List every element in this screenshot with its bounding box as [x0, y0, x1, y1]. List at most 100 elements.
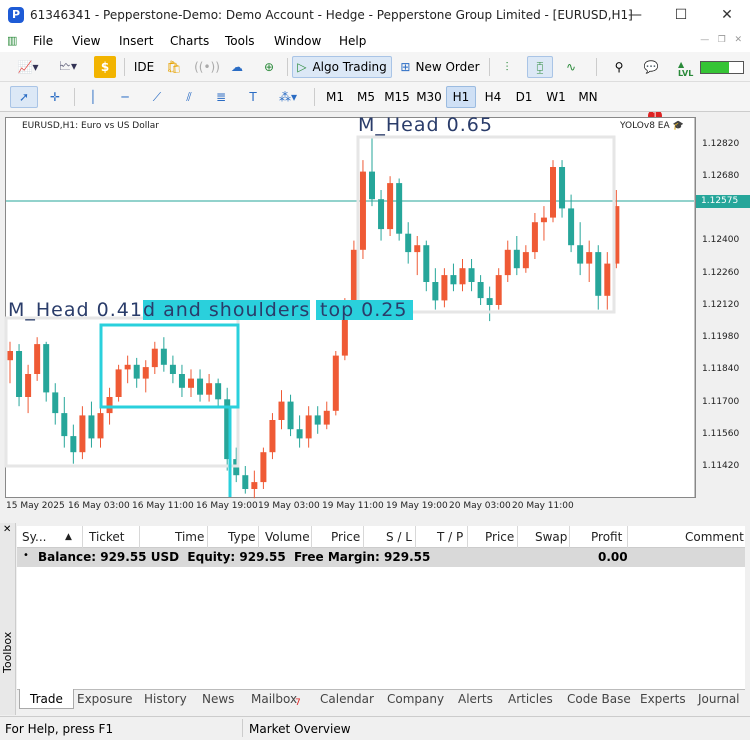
- candle-body: [477, 282, 484, 299]
- profit-total: 0.00: [598, 550, 628, 564]
- candle-body: [323, 410, 330, 425]
- candle-body: [43, 344, 50, 393]
- candle-body: [468, 268, 475, 282]
- current-price-tag: 1.12575: [696, 195, 750, 208]
- candle-body: [531, 222, 538, 253]
- status-profile[interactable]: Market Overview: [249, 722, 351, 736]
- candle-body: [559, 167, 566, 209]
- detection-label-hs: d and shoulders: [143, 299, 311, 321]
- candle-body: [595, 252, 602, 296]
- candle-body: [405, 233, 412, 253]
- candle-body: [142, 367, 149, 379]
- candle-body: [604, 263, 611, 296]
- price-label: 1.12400: [702, 235, 740, 245]
- symbol-label: EURUSD,H1: Euro vs US Dollar: [22, 121, 159, 131]
- candle-body: [459, 268, 466, 285]
- time-label: 20 May 03:00: [449, 501, 511, 511]
- sort-asc-icon[interactable]: ▲: [65, 532, 72, 542]
- candle-body: [178, 374, 185, 388]
- time-label: 20 May 11:00: [512, 501, 574, 511]
- candle-body: [513, 249, 520, 269]
- candle-body: [586, 252, 593, 264]
- candle-body: [70, 436, 77, 453]
- candle-body: [504, 249, 511, 276]
- candle-body: [369, 171, 375, 200]
- tab-news[interactable]: News: [202, 692, 234, 706]
- price-label: 1.11560: [702, 429, 740, 439]
- col-type[interactable]: Type: [228, 530, 256, 544]
- candle-body: [495, 275, 502, 305]
- col-tp[interactable]: T / P: [437, 530, 463, 544]
- col-sl[interactable]: S / L: [386, 530, 412, 544]
- time-label: 16 May 03:00: [68, 501, 130, 511]
- terminal-tabs: Trade Exposure History News Mailbox 7 Ca…: [17, 689, 745, 711]
- tab-articles[interactable]: Articles: [508, 692, 553, 706]
- candle-body: [133, 364, 140, 379]
- col-profit[interactable]: Profit: [591, 530, 622, 544]
- balance-row[interactable]: • Balance: 929.55 USD Equity: 929.55 Fre…: [17, 548, 745, 567]
- col-swap[interactable]: Swap: [535, 530, 567, 544]
- candle-body: [160, 348, 167, 365]
- col-price[interactable]: Price: [331, 530, 360, 544]
- candle-body: [287, 401, 294, 430]
- close-icon[interactable]: ✕: [3, 524, 11, 535]
- candle-body: [169, 364, 176, 374]
- tab-alerts[interactable]: Alerts: [458, 692, 493, 706]
- candle-body: [350, 249, 357, 305]
- tab-calendar[interactable]: Calendar: [320, 692, 374, 706]
- candle-body: [296, 429, 303, 439]
- candle-body: [215, 383, 222, 400]
- candle-body: [188, 378, 194, 388]
- col-ticket[interactable]: Ticket: [89, 530, 125, 544]
- time-label: 16 May 19:00: [196, 501, 258, 511]
- candle-body: [97, 413, 104, 439]
- ea-name: YOLOv8 EA: [620, 121, 670, 131]
- candle-body: [550, 167, 556, 218]
- price-label: 1.11980: [702, 332, 740, 342]
- col-time[interactable]: Time: [175, 530, 204, 544]
- tab-journal[interactable]: Journal: [698, 692, 740, 706]
- candle-body: [124, 364, 131, 370]
- tab-company[interactable]: Company: [387, 692, 444, 706]
- candle-body: [396, 183, 403, 234]
- tab-history[interactable]: History: [144, 692, 187, 706]
- price-label: 1.12820: [702, 139, 740, 149]
- candle-body: [52, 392, 59, 414]
- candle-body: [522, 252, 529, 269]
- col-volume[interactable]: Volume: [265, 530, 310, 544]
- tab-experts[interactable]: Experts: [640, 692, 686, 706]
- col-comment[interactable]: Comment: [685, 530, 744, 544]
- terminal-body: [17, 567, 745, 689]
- price-label: 1.12120: [702, 300, 740, 310]
- toolbox-label[interactable]: Toolbox: [1, 613, 14, 673]
- col-symbol[interactable]: Sy...: [22, 530, 46, 544]
- candle-body: [242, 475, 249, 489]
- candle-body: [414, 245, 421, 253]
- candle-body: [16, 351, 23, 397]
- tab-trade[interactable]: Trade: [19, 689, 74, 709]
- price-label: 1.11420: [702, 461, 740, 471]
- time-label: 16 May 11:00: [132, 501, 194, 511]
- candle-body: [314, 415, 321, 425]
- detection-label-top: top 0.25: [320, 299, 408, 321]
- price-label: 1.11840: [702, 364, 740, 374]
- candle-body: [79, 415, 86, 453]
- col-price-2[interactable]: Price: [485, 530, 514, 544]
- candle-body: [577, 245, 584, 264]
- candle-body: [34, 344, 41, 374]
- candle-body: [332, 355, 339, 411]
- tab-mailbox[interactable]: Mailbox: [251, 692, 297, 706]
- terminal-header: Sy... ▲ Ticket Time Type Volume Price S …: [17, 526, 745, 548]
- candle-body: [106, 397, 113, 414]
- candle-body: [7, 351, 13, 361]
- tab-exposure[interactable]: Exposure: [77, 692, 133, 706]
- candle-body: [278, 401, 285, 420]
- time-label: 19 May 19:00: [386, 501, 448, 511]
- time-label: 15 May 2025: [6, 501, 65, 511]
- candle-body: [251, 482, 258, 489]
- tab-code-base[interactable]: Code Base: [567, 692, 631, 706]
- candle-body: [88, 415, 95, 439]
- candle-body: [450, 275, 457, 285]
- ea-label: YOLOv8 EA 🎓: [620, 121, 684, 131]
- detection-box-mhead-041: [4, 316, 240, 468]
